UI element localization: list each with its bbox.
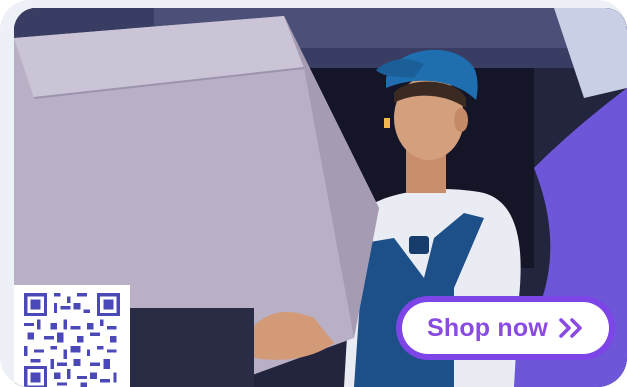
ad-card: Shop now	[0, 0, 627, 387]
shop-now-label: Shop now	[426, 313, 549, 342]
qr-code[interactable]	[14, 285, 130, 387]
qr-code-icon	[24, 293, 120, 387]
double-chevron-right-icon	[559, 318, 582, 338]
shop-now-button[interactable]: Shop now	[396, 296, 615, 360]
shop-now-button-inner: Shop now	[402, 302, 609, 354]
